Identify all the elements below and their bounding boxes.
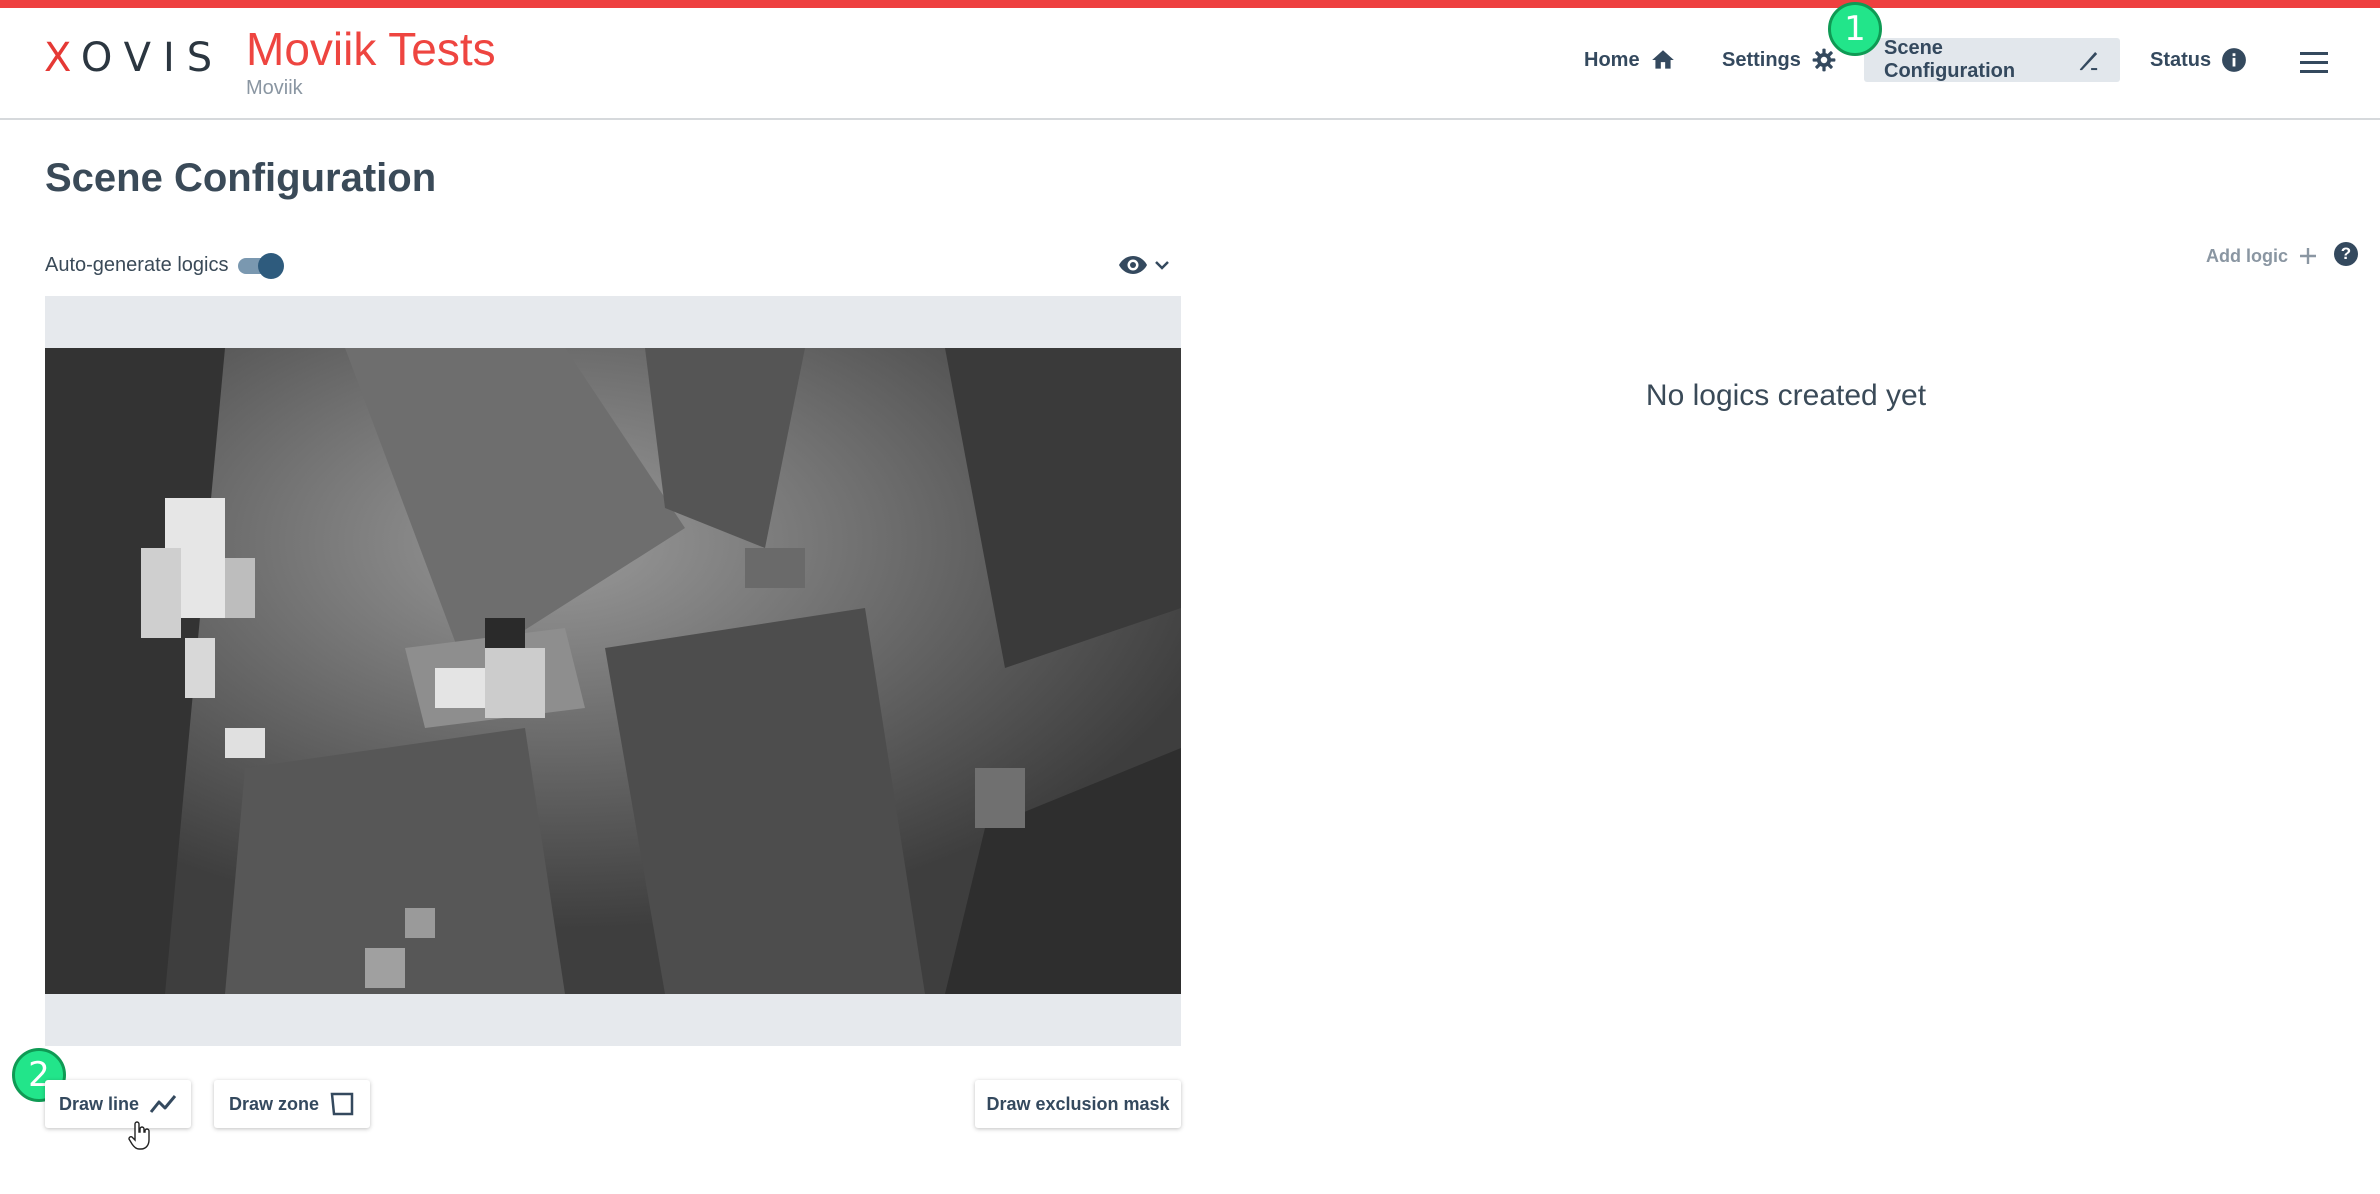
nav-home-label: Home — [1584, 48, 1640, 71]
draw-exclusion-mask-label: Draw exclusion mask — [986, 1093, 1170, 1114]
draw-zone-button[interactable]: Draw zone — [214, 1080, 370, 1128]
app-title: Moviik Tests — [246, 23, 496, 75]
polygon-icon — [330, 1092, 354, 1116]
draw-exclusion-mask-button[interactable]: Draw exclusion mask — [975, 1080, 1181, 1128]
xovis-logo: XOVIS — [44, 35, 225, 81]
app-subtitle: Moviik — [246, 77, 303, 99]
nav-status-label: Status — [2150, 48, 2212, 71]
draw-line-button[interactable]: Draw line — [45, 1080, 191, 1128]
menu-line — [2300, 61, 2328, 64]
top-accent-bar — [0, 0, 2380, 8]
plus-icon — [2300, 248, 2316, 264]
menu-line — [2300, 52, 2328, 55]
add-logic-label: Add logic — [2206, 245, 2288, 266]
hamburger-menu-icon[interactable] — [2296, 48, 2332, 78]
toggle-knob — [258, 253, 284, 279]
camera-depth-view — [45, 348, 1181, 994]
menu-line — [2300, 70, 2328, 73]
nav-scene-configuration[interactable]: Scene Configuration — [1864, 37, 2120, 82]
hand-cursor-icon — [128, 1121, 150, 1150]
polyline-icon — [149, 1095, 177, 1113]
empty-logics-message: No logics created yet — [1645, 379, 1927, 412]
draw-line-label: Draw line — [58, 1093, 140, 1114]
draw-zone-label: Draw zone — [228, 1093, 320, 1114]
nav-settings-label: Settings — [1722, 48, 1801, 71]
eye-icon — [1119, 256, 1147, 274]
nav-home[interactable]: Home — [1564, 38, 1696, 82]
auto-generate-logics-toggle[interactable] — [238, 252, 284, 279]
camera-scene-image[interactable] — [45, 348, 1181, 994]
info-icon — [2222, 48, 2247, 72]
auto-generate-logics-label: Auto-generate logics — [45, 254, 229, 276]
step-callout-1: 1 — [1828, 2, 1882, 56]
home-icon — [1651, 50, 1674, 69]
edit-pencil-icon — [2079, 51, 2097, 71]
chevron-down-icon — [1155, 261, 1169, 270]
page-title: Scene Configuration — [45, 156, 437, 200]
help-icon[interactable]: ? — [2334, 242, 2358, 266]
nav-status[interactable]: Status — [2130, 38, 2267, 82]
add-logic-button[interactable]: Add logic — [2206, 242, 2318, 270]
app-header: XOVIS Moviik Tests Moviik Home Settings … — [0, 8, 2380, 120]
gear-icon — [1812, 48, 1836, 72]
view-options-dropdown[interactable] — [1118, 250, 1176, 280]
nav-scene-configuration-label: Scene Configuration — [1884, 37, 2016, 82]
